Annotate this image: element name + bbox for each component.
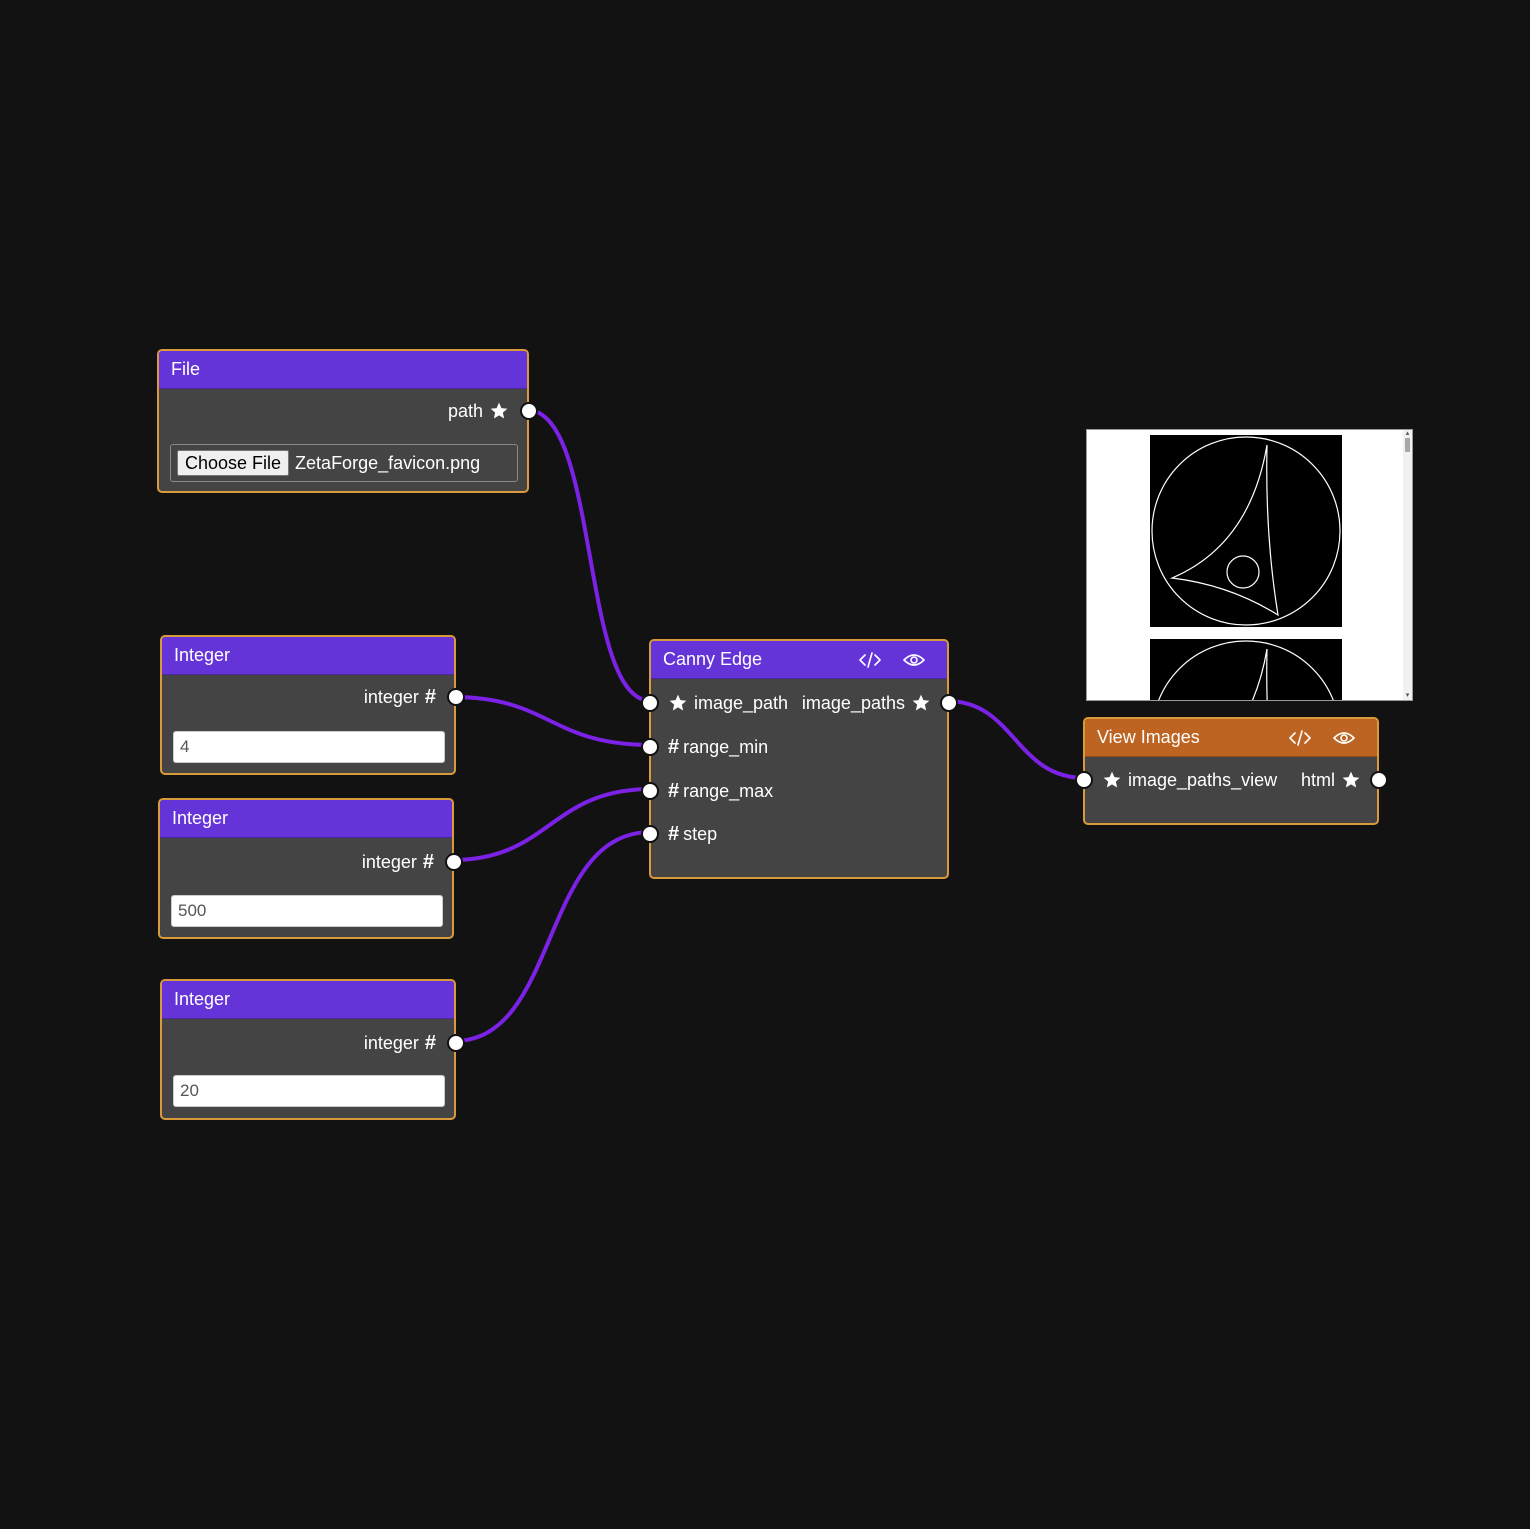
preview-image-2 [1150,639,1342,700]
hash-icon: # [422,850,434,873]
star-icon [1341,770,1361,790]
wire-integer-to-step[interactable] [452,830,653,1043]
wire-path-to-image-path[interactable] [525,408,653,703]
port-label: integer [363,1032,419,1053]
star-icon [489,401,509,421]
star-icon [668,693,688,713]
output-port-path: path [447,399,538,423]
output-port-integer: integer # [361,850,463,874]
canny-edge-node[interactable]: Canny Edge image_path image_paths # rang… [641,639,958,879]
output-socket[interactable] [445,853,463,871]
hash-icon: # [424,1031,436,1054]
choose-file-button[interactable]: Choose File [177,450,290,476]
input-socket[interactable] [641,825,659,843]
port-label: integer [363,686,419,707]
scroll-thumb[interactable] [1405,438,1410,452]
hash-icon: # [668,735,680,758]
input-socket[interactable] [641,694,659,712]
code-icon[interactable] [1289,729,1311,746]
hash-icon: # [424,685,436,708]
output-port-image-paths: image_paths [801,691,958,715]
hash-icon: # [668,822,680,845]
node-title: Canny Edge [663,649,763,669]
integer-node-header[interactable]: Integer [160,800,452,838]
input-port-image-paths-view: image_paths_view [1075,768,1278,792]
port-label: path [447,400,483,421]
image-preview-panel[interactable]: ▴ ▾ [1086,429,1413,701]
input-socket[interactable] [641,738,659,756]
output-port-integer: integer # [363,1031,465,1055]
input-socket[interactable] [1075,771,1093,789]
integer-input[interactable]: 20 [173,1075,445,1107]
canny-edge-header[interactable]: Canny Edge [651,641,947,679]
star-icon [911,693,931,713]
port-label: step [683,823,718,844]
output-socket[interactable] [1370,771,1388,789]
scroll-up-icon[interactable]: ▴ [1403,430,1412,438]
port-label: integer [361,851,417,872]
port-label: range_max [683,780,774,801]
node-title: View Images [1097,727,1200,747]
integer-input[interactable]: 500 [171,895,443,927]
integer-node-2[interactable]: Integer integer # 500 [158,798,463,939]
node-title: Integer [172,808,229,828]
input-port-step: # step [641,822,718,846]
port-label: html [1300,769,1335,790]
integer-node-header[interactable]: Integer [162,637,454,675]
integer-node-3[interactable]: Integer integer # 20 [160,979,465,1120]
output-port-integer: integer # [363,685,465,709]
output-socket[interactable] [520,402,538,420]
eye-icon[interactable] [903,652,925,668]
preview-image-1 [1150,435,1342,627]
star-icon [1102,770,1122,790]
preview-scrollbar[interactable]: ▴ ▾ [1403,430,1412,700]
integer-input[interactable]: 4 [173,731,445,763]
input-socket[interactable] [641,782,659,800]
eye-icon[interactable] [1333,730,1355,746]
input-port-image-path: image_path [641,691,789,715]
wire-integer-to-range-min[interactable] [451,695,653,747]
file-node-header[interactable]: File [159,351,527,389]
file-node[interactable]: File path Choose File ZetaForge_favicon.… [157,349,538,493]
view-images-header[interactable]: View Images [1085,719,1377,757]
input-port-range-max: # range_max [641,779,774,803]
input-port-range-min: # range_min [641,735,769,759]
scroll-down-icon[interactable]: ▾ [1403,692,1412,700]
node-title: File [171,359,201,379]
port-label: image_path [694,692,789,713]
port-label: image_paths [801,692,905,713]
code-icon[interactable] [859,651,881,668]
wire-integer-to-range-max[interactable] [450,787,653,862]
output-port-html: html [1300,768,1388,792]
view-images-node[interactable]: View Images image_paths_view html [1075,717,1388,825]
file-name-label: ZetaForge_favicon.png [295,452,481,473]
wire-image-paths-to-view[interactable] [945,699,1087,780]
integer-node-header[interactable]: Integer [162,981,454,1019]
file-chooser: Choose File ZetaForge_favicon.png [170,444,518,482]
output-socket[interactable] [447,1034,465,1052]
output-socket[interactable] [447,688,465,706]
integer-node-1[interactable]: Integer integer # 4 [160,635,465,775]
node-title: Integer [174,645,231,665]
output-socket[interactable] [940,694,958,712]
port-label: image_paths_view [1128,769,1278,790]
port-label: range_min [683,736,769,757]
hash-icon: # [668,779,680,802]
node-title: Integer [174,989,231,1009]
